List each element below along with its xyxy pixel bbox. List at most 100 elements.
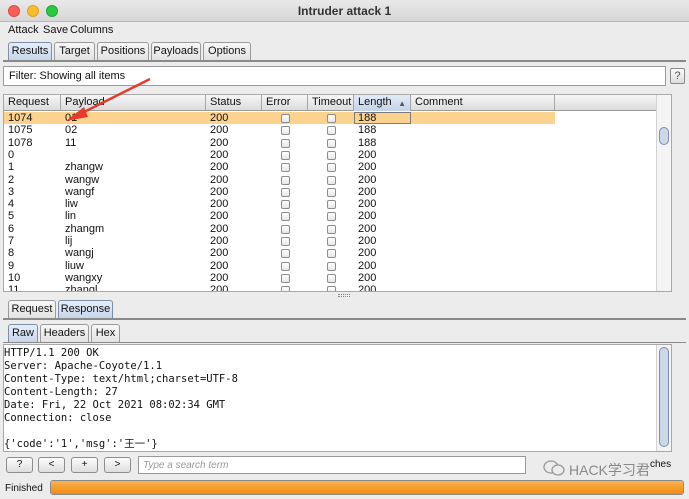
error-checkbox[interactable] <box>281 212 290 222</box>
table-row[interactable]: 8 wangj 200 200 <box>4 247 555 259</box>
timeout-checkbox[interactable] <box>327 175 336 185</box>
search-next-button[interactable]: > <box>104 457 131 473</box>
table-row[interactable]: 10 wangxy 200 200 <box>4 272 555 284</box>
timeout-checkbox[interactable] <box>327 138 336 148</box>
column-timeout[interactable]: Timeout <box>308 95 354 111</box>
cell-length: 200 <box>358 198 377 211</box>
menu-save[interactable]: Save <box>43 24 68 36</box>
table-row[interactable]: 1 zhangw 200 200 <box>4 161 555 173</box>
timeout-checkbox[interactable] <box>327 249 336 259</box>
error-checkbox[interactable] <box>281 163 290 173</box>
timeout-checkbox[interactable] <box>327 273 336 283</box>
cell-request: 11 <box>8 284 20 292</box>
tab-payloads[interactable]: Payloads <box>151 42 201 60</box>
error-checkbox[interactable] <box>281 114 290 123</box>
response-line: {'code':'1','msg':'王一'} <box>4 438 158 450</box>
table-row[interactable]: 1078 11 200 188 <box>4 137 555 149</box>
timeout-checkbox[interactable] <box>327 187 336 197</box>
cell-length: 200 <box>358 271 377 284</box>
table-scroll-thumb[interactable] <box>659 127 669 145</box>
split-pane-handle[interactable] <box>338 294 350 297</box>
error-checkbox[interactable] <box>281 261 290 271</box>
response-text: HTTP/1.1 200 OK Server: Apache-Coyote/1.1… <box>4 347 238 451</box>
column-status[interactable]: Status <box>206 95 262 111</box>
table-row[interactable]: 3 wangf 200 200 <box>4 186 555 198</box>
error-checkbox[interactable] <box>281 249 290 259</box>
response-line: HTTP/1.1 200 OK <box>4 347 99 359</box>
timeout-checkbox[interactable] <box>327 150 336 160</box>
search-help-button[interactable]: ? <box>6 457 33 473</box>
tab-request[interactable]: Request <box>8 300 56 318</box>
column-comment[interactable]: Comment <box>411 95 555 111</box>
title-bar: Intruder attack 1 <box>0 0 689 22</box>
cell-payload: zhangw <box>65 161 103 174</box>
error-checkbox[interactable] <box>281 237 290 246</box>
column-length[interactable]: Length ▲ <box>354 95 411 111</box>
table-row[interactable]: 1075 02 200 188 <box>4 124 555 136</box>
cell-request: 9 <box>8 259 15 272</box>
table-row[interactable]: 0 200 200 <box>4 149 555 161</box>
tab-results[interactable]: Results <box>8 42 52 60</box>
table-row[interactable]: 2 wangw 200 200 <box>4 174 555 186</box>
cell-status: 200 <box>210 247 229 260</box>
cell-status: 200 <box>210 284 229 292</box>
column-error[interactable]: Error <box>262 95 308 111</box>
error-checkbox[interactable] <box>281 200 290 210</box>
cell-length: 200 <box>358 185 377 198</box>
error-checkbox[interactable] <box>281 286 290 291</box>
timeout-checkbox[interactable] <box>327 114 336 123</box>
response-scroll-thumb[interactable] <box>659 347 669 447</box>
tab-raw[interactable]: Raw <box>8 324 38 342</box>
error-checkbox[interactable] <box>281 126 290 136</box>
error-checkbox[interactable] <box>281 273 290 283</box>
search-previous-button[interactable]: < <box>38 457 65 473</box>
cell-length: 188 <box>358 124 377 137</box>
cell-payload: zhangm <box>65 222 105 235</box>
table-row[interactable]: 5 lin 200 200 <box>4 210 555 222</box>
view-tab-divider <box>3 342 686 343</box>
timeout-checkbox[interactable] <box>327 163 336 173</box>
timeout-checkbox[interactable] <box>327 261 336 271</box>
timeout-checkbox[interactable] <box>327 126 336 136</box>
cell-request: 7 <box>8 235 15 247</box>
error-checkbox[interactable] <box>281 224 290 234</box>
sort-ascending-icon: ▲ <box>398 99 406 108</box>
menu-columns[interactable]: Columns <box>70 24 113 36</box>
table-scrollbar[interactable] <box>656 95 671 291</box>
tab-positions[interactable]: Positions <box>97 42 149 60</box>
table-row[interactable]: 9 liuw 200 200 <box>4 260 555 272</box>
error-checkbox[interactable] <box>281 138 290 148</box>
cell-status: 200 <box>210 185 229 198</box>
filter-help-button[interactable]: ? <box>670 68 685 84</box>
progress-bar <box>50 480 684 495</box>
timeout-checkbox[interactable] <box>327 224 336 234</box>
cell-length: 200 <box>358 222 377 235</box>
search-add-button[interactable]: + <box>71 457 98 473</box>
search-input[interactable]: Type a search term <box>138 456 526 474</box>
table-row[interactable]: 6 zhangm 200 200 <box>4 223 555 235</box>
cell-request: 3 <box>8 185 15 198</box>
column-request[interactable]: Request <box>4 95 61 111</box>
timeout-checkbox[interactable] <box>327 237 336 246</box>
table-row[interactable]: 11 zhangl 200 200 <box>4 284 555 292</box>
response-line: Content-Length: 27 <box>4 386 118 398</box>
timeout-checkbox[interactable] <box>327 212 336 222</box>
error-checkbox[interactable] <box>281 150 290 160</box>
cell-payload: lin <box>65 210 77 223</box>
detail-tabs: Request Response <box>0 300 689 318</box>
table-row[interactable]: 7 lij 200 200 <box>4 235 555 247</box>
table-row[interactable]: 4 liw 200 200 <box>4 198 555 210</box>
tab-target[interactable]: Target <box>54 42 95 60</box>
response-scrollbar[interactable] <box>656 345 671 451</box>
response-viewer[interactable]: HTTP/1.1 200 OK Server: Apache-Coyote/1.1… <box>3 344 672 452</box>
tab-response[interactable]: Response <box>58 300 113 318</box>
tab-options[interactable]: Options <box>203 42 251 60</box>
tab-hex[interactable]: Hex <box>91 324 120 342</box>
error-checkbox[interactable] <box>281 175 290 185</box>
menu-attack[interactable]: Attack <box>8 24 39 36</box>
tab-headers[interactable]: Headers <box>40 324 89 342</box>
cell-request: 5 <box>8 210 15 223</box>
error-checkbox[interactable] <box>281 187 290 197</box>
timeout-checkbox[interactable] <box>327 286 336 291</box>
timeout-checkbox[interactable] <box>327 200 336 210</box>
